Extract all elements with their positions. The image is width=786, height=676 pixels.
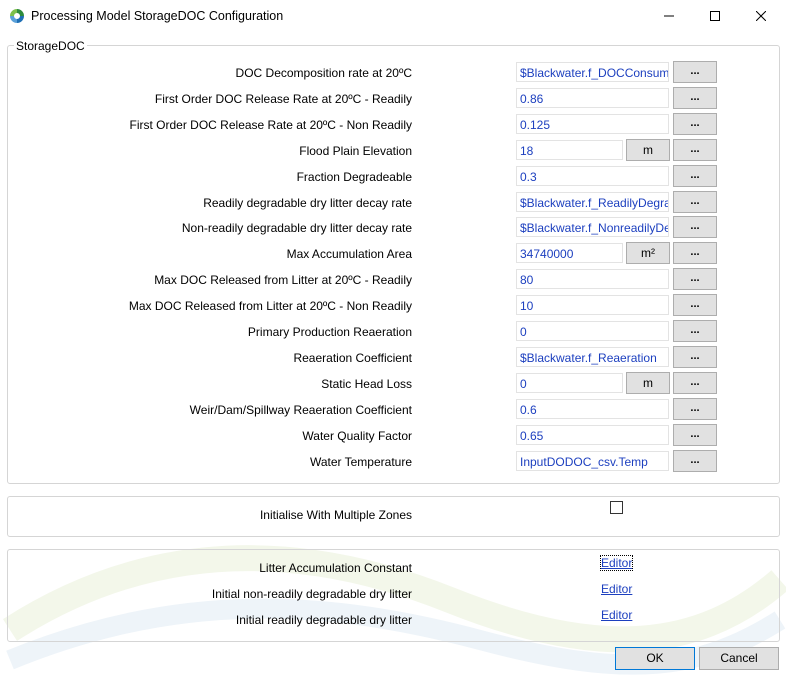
param-label: First Order DOC Release Rate at 20ºC - N… (129, 118, 412, 132)
param-value-field[interactable]: 18 (516, 140, 623, 160)
minimize-button[interactable] (646, 0, 692, 32)
editor-link[interactable]: Editor (599, 555, 634, 571)
close-button[interactable] (738, 0, 784, 32)
browse-button[interactable]: ... (673, 398, 717, 420)
param-value-field[interactable]: 80 (516, 269, 669, 289)
param-value-field[interactable]: $Blackwater.f_ReadilyDegrad (516, 192, 669, 212)
browse-button[interactable]: ... (673, 372, 717, 394)
browse-button[interactable]: ... (673, 216, 717, 238)
minimize-icon (664, 15, 674, 17)
editor-link[interactable]: Editor (601, 608, 632, 622)
param-label: Max Accumulation Area (286, 247, 412, 261)
multiple-zones-checkbox[interactable] (610, 501, 623, 514)
param-value-field[interactable]: InputDODOC_csv.Temp (516, 451, 669, 471)
param-value-field[interactable]: $Blackwater.f_DOCConsump (516, 62, 669, 82)
param-value-field[interactable]: 0.125 (516, 114, 669, 134)
browse-button[interactable]: ... (673, 268, 717, 290)
editor-label: Litter Accumulation Constant (259, 561, 412, 575)
param-value-field[interactable]: 0.6 (516, 399, 669, 419)
browse-button[interactable]: ... (673, 139, 717, 161)
browse-button[interactable]: ... (673, 294, 717, 316)
multiple-zones-label: Initialise With Multiple Zones (259, 508, 412, 522)
param-label: Flood Plain Elevation (299, 144, 412, 158)
ok-button[interactable]: OK (615, 647, 695, 670)
param-value-field[interactable]: 0 (516, 373, 623, 393)
browse-button[interactable]: ... (673, 242, 717, 264)
browse-button[interactable]: ... (673, 61, 717, 83)
param-label: DOC Decomposition rate at 20ºC (235, 66, 412, 80)
param-label: Non-readily degradable dry litter decay … (181, 221, 412, 235)
cancel-button[interactable]: Cancel (699, 647, 779, 670)
param-label: Readily degradable dry litter decay rate (203, 196, 412, 210)
browse-button[interactable]: ... (673, 320, 717, 342)
storagedoc-group-title: StorageDOC (14, 39, 87, 53)
maximize-icon (710, 11, 720, 21)
browse-button[interactable]: ... (673, 191, 717, 213)
editor-link[interactable]: Editor (601, 582, 632, 596)
param-label: Reaeration Coefficient (293, 351, 412, 365)
unit-button[interactable]: m² (626, 242, 670, 264)
browse-button[interactable]: ... (673, 165, 717, 187)
param-label: Max DOC Released from Litter at 20ºC - R… (154, 273, 412, 287)
param-label: Water Quality Factor (302, 429, 412, 443)
unit-button[interactable]: m (626, 139, 670, 161)
editor-label: Initial readily degradable dry litter (235, 613, 412, 627)
param-label: First Order DOC Release Rate at 20ºC - R… (154, 92, 412, 106)
param-label: Weir/Dam/Spillway Reaeration Coefficient (189, 403, 412, 417)
param-value-field[interactable]: 0.86 (516, 88, 669, 108)
param-value-field[interactable]: 0.65 (516, 425, 669, 445)
title-bar: Processing Model StorageDOC Configuratio… (0, 0, 786, 32)
maximize-button[interactable] (692, 0, 738, 32)
param-value-field[interactable]: $Blackwater.f_Reaeration (516, 347, 669, 367)
param-label: Max DOC Released from Litter at 20ºC - N… (128, 299, 412, 313)
browse-button[interactable]: ... (673, 424, 717, 446)
param-label: Primary Production Reaeration (247, 325, 412, 339)
unit-button[interactable]: m (626, 372, 670, 394)
window-title: Processing Model StorageDOC Configuratio… (31, 9, 284, 23)
browse-button[interactable]: ... (673, 87, 717, 109)
param-value-field[interactable]: 0 (516, 321, 669, 341)
app-logo-icon (10, 9, 24, 23)
browse-button[interactable]: ... (673, 113, 717, 135)
param-value-field[interactable]: 34740000 (516, 243, 623, 263)
browse-button[interactable]: ... (673, 450, 717, 472)
close-icon (756, 11, 766, 21)
param-label: Water Temperature (309, 455, 412, 469)
param-label: Fraction Degradeable (296, 170, 412, 184)
param-value-field[interactable]: 10 (516, 295, 669, 315)
param-value-field[interactable]: 0.3 (516, 166, 669, 186)
param-label: Static Head Loss (321, 377, 412, 391)
browse-button[interactable]: ... (673, 346, 717, 368)
editor-label: Initial non-readily degradable dry litte… (211, 587, 412, 601)
param-value-field[interactable]: $Blackwater.f_NonreadilyDe (516, 217, 669, 237)
